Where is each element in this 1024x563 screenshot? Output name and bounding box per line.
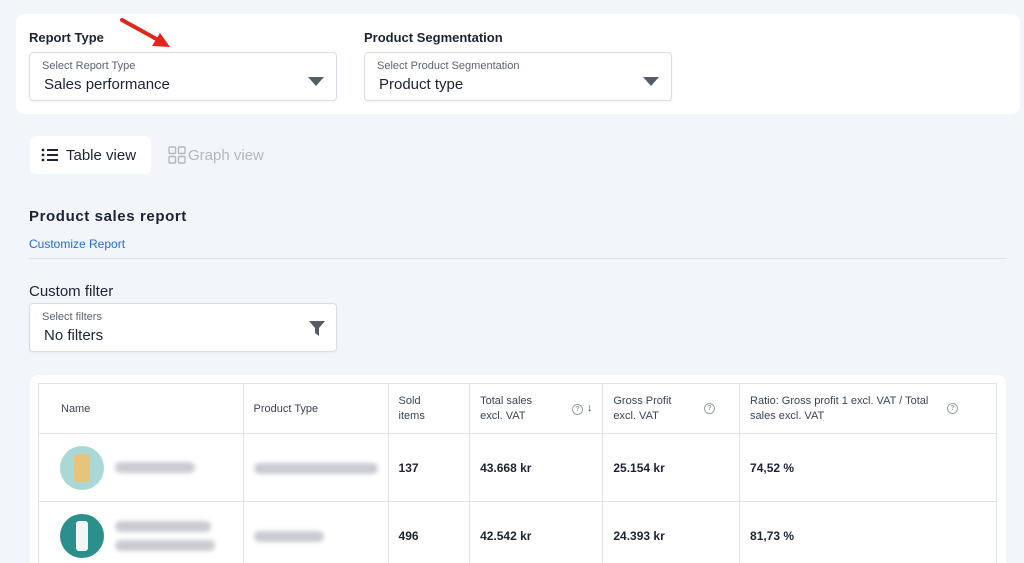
name-cell (38, 501, 244, 563)
sales-table: Name Product Type Sold items Total sales… (38, 383, 997, 563)
gross-profit-cell: 24.393 kr (602, 501, 741, 563)
table-view-label: Table view (66, 146, 137, 164)
table-header-row: Name Product Type Sold items Total sales… (38, 383, 997, 434)
sold-items-cell: 137 (387, 433, 471, 502)
table-row[interactable]: 137 43.668 kr 25.154 kr 74,52 % (38, 433, 997, 502)
info-icon[interactable]: ? (571, 404, 583, 415)
redacted-name (115, 520, 212, 532)
product-thumbnail (60, 445, 104, 490)
product-type-cell (242, 433, 389, 502)
filter-select[interactable]: Select filters No filters (29, 303, 337, 352)
arrow-down-icon[interactable]: ↓ (587, 402, 593, 414)
redacted-product-type (253, 530, 324, 542)
grid-icon (168, 146, 186, 164)
report-type-label: Report Type (29, 30, 104, 45)
custom-filter-label: Custom filter (29, 283, 114, 300)
product-type-cell (242, 501, 389, 563)
filter-caption: Select filters (42, 311, 102, 323)
chevron-down-icon (643, 77, 659, 86)
total-sales-cell: 43.668 kr (469, 433, 604, 502)
customize-report-link[interactable]: Customize Report (29, 237, 125, 251)
divider (29, 258, 1007, 259)
segmentation-label: Product Segmentation (364, 30, 503, 45)
column-header-product-type[interactable]: Product Type (242, 383, 389, 434)
info-icon[interactable]: ? (704, 403, 716, 414)
column-header-name[interactable]: Name (38, 383, 244, 434)
product-thumbnail (60, 513, 104, 558)
name-cell (38, 433, 244, 502)
annotation-arrow-icon (120, 18, 170, 47)
segmentation-caption: Select Product Segmentation (377, 60, 520, 72)
ratio-cell: 81,73 % (739, 501, 997, 563)
chevron-down-icon (308, 77, 324, 86)
total-sales-cell: 42.542 kr (469, 501, 604, 563)
column-header-gross-profit[interactable]: Gross Profit excl. VAT ? (602, 383, 741, 434)
page-title: Product sales report (29, 208, 187, 225)
graph-view-button[interactable]: Graph view (168, 136, 278, 174)
table-view-button[interactable]: Table view (30, 136, 151, 174)
redacted-name (115, 539, 216, 551)
gross-profit-cell: 25.154 kr (602, 433, 741, 502)
sold-items-cell: 496 (387, 501, 471, 563)
filter-value: No filters (44, 327, 104, 344)
report-type-caption: Select Report Type (42, 60, 136, 72)
table-row[interactable]: 496 42.542 kr 24.393 kr 81,73 % (38, 501, 997, 563)
segmentation-value: Product type (379, 76, 464, 93)
column-header-total-sales[interactable]: Total sales excl. VAT ? ↓ (469, 383, 604, 434)
list-icon (41, 148, 58, 162)
segmentation-select[interactable]: Select Product Segmentation Product type (364, 52, 672, 101)
redacted-product-type (253, 462, 378, 474)
redacted-name (115, 462, 196, 473)
column-header-sold-items[interactable]: Sold items (387, 383, 471, 434)
report-type-select[interactable]: Select Report Type Sales performance (29, 52, 337, 101)
ratio-cell: 74,52 % (739, 433, 997, 502)
funnel-icon (309, 321, 325, 336)
info-icon[interactable]: ? (947, 403, 958, 414)
report-type-value: Sales performance (44, 76, 170, 93)
graph-view-label: Graph view (188, 146, 264, 164)
column-header-ratio[interactable]: Ratio: Gross profit 1 excl. VAT / Total … (739, 383, 997, 434)
